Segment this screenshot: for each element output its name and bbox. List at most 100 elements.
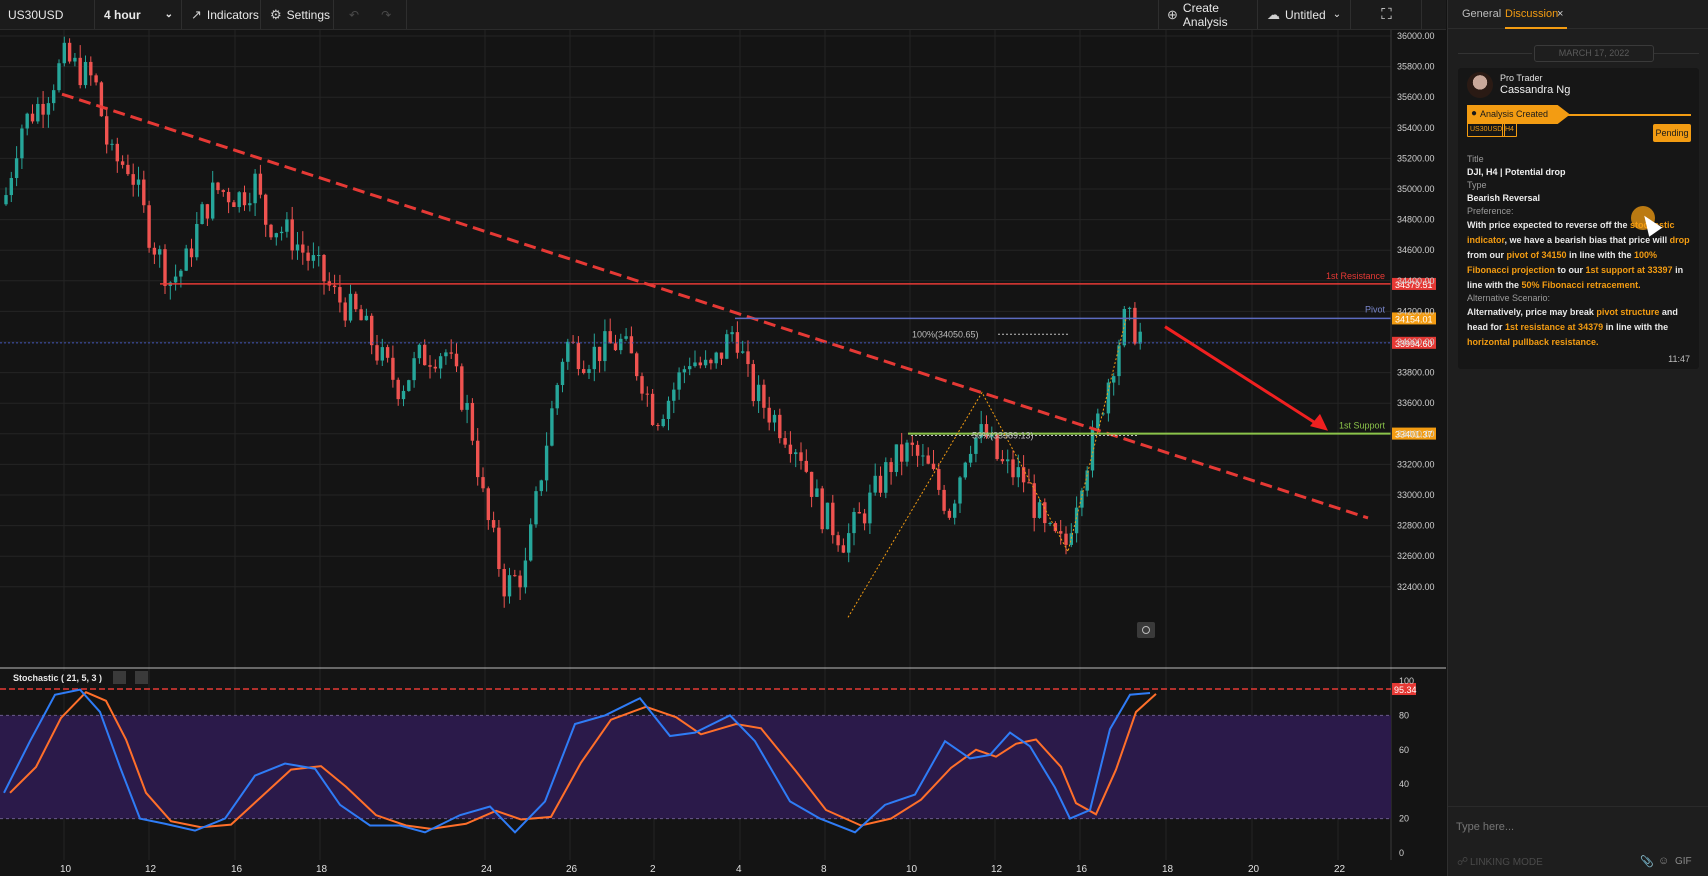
candle-body [603,331,607,362]
candle-body [205,204,210,219]
layout-dropdown[interactable]: ☁ Untitled ⌄ [1259,0,1351,29]
candle [200,201,204,225]
close-icon[interactable]: × [1557,8,1563,20]
candle-body [195,223,199,258]
candle-body [173,276,178,283]
candle [264,193,268,237]
fullscreen-button[interactable]: ⛶ [1352,0,1422,29]
candle-body [179,270,183,277]
candle [1006,449,1010,474]
candle [873,463,877,496]
symbol-selector[interactable]: US30USD [0,0,95,29]
candle-body [396,379,400,400]
price-tick-label: 33600.00 [1397,398,1435,408]
price-tick-label: 34200.00 [1397,306,1435,316]
candle-body [465,402,469,410]
candle [444,349,448,365]
candle [1011,450,1015,486]
candle [9,171,13,203]
candle [629,326,634,354]
pending-badge[interactable]: Pending [1653,124,1691,142]
indicators-button[interactable]: ↗ Indicators [183,0,261,29]
candle-body [25,113,29,129]
candle-body [1117,345,1121,377]
candle [735,321,740,359]
candle [640,372,644,401]
price-tick-label: 35400.00 [1397,123,1435,133]
candle [635,351,639,381]
candle [836,531,840,552]
emoji-icon[interactable]: ☺ [1658,855,1669,867]
date-tick-label: 10 [906,864,918,875]
candle [513,569,517,577]
candle-body [544,445,549,481]
candle-body [279,231,284,234]
gif-button[interactable]: GIF [1675,856,1692,867]
candle [645,386,649,407]
trash-icon [135,671,148,684]
price-tick-label: 35600.00 [1397,92,1435,102]
alternative-text: Alternatively, price may break pivot str… [1467,307,1678,347]
undo-icon[interactable]: ↶ [349,8,359,22]
candle-body [295,244,300,251]
attach-icon[interactable]: 📎 [1640,855,1654,868]
message-time: 11:47 [1668,354,1690,364]
candle-body [94,75,98,83]
candle-body [905,442,909,462]
candle-body [926,455,930,464]
candle [205,203,210,226]
date-tick-label: 26 [566,864,578,875]
candle-body [645,393,649,395]
candle [46,97,51,128]
candle-body [412,358,416,381]
candle [582,360,586,375]
candle-body [1133,307,1137,344]
candle [709,358,713,370]
candle-body [30,113,35,122]
timeframe-dropdown[interactable]: 4 hour ⌄ [96,0,182,29]
candle-body [359,309,363,321]
candle [756,375,761,414]
candle [544,432,549,492]
candle-body [20,128,24,159]
timeframe-label: 4 hour [104,7,141,22]
candle-body [1011,459,1015,478]
price-tick-label: 32600.00 [1397,551,1435,561]
redo-icon[interactable]: ↷ [381,8,391,22]
candle-body [99,82,104,117]
candle [460,363,464,412]
candle-body [714,352,718,364]
settings-button[interactable]: ⚙ Settings [262,0,334,29]
message-input-area[interactable] [1448,806,1708,847]
candle-body [825,502,830,530]
candle [20,124,24,169]
date-pill: MARCH 17, 2022 [1534,45,1654,62]
price-tick-label: 34000.00 [1397,337,1435,347]
price-chart[interactable]: 1st Resistance34379.51Pivot34154.0133994… [0,30,1446,876]
price-tick-label: 34400.00 [1397,276,1435,286]
candle-body [131,174,135,185]
date-tick-label: 4 [736,864,742,875]
chart-area[interactable]: 1st Resistance 34379.51 Pivot 34154.01 33994… [0,30,1446,876]
link-icon[interactable]: ☍ [1457,855,1468,868]
price-tick-label: 34800.00 [1397,215,1435,225]
candle-body [804,460,808,472]
candle-body [110,143,114,145]
candle-body [884,462,888,493]
candle-body [470,402,475,441]
indicators-icon: ↗ [191,6,202,22]
tab-general[interactable]: General [1462,8,1501,20]
candle [142,170,146,213]
candle-body [942,489,946,511]
stochastic-scale-label: 60 [1399,745,1409,755]
candle-body [772,414,777,423]
create-analysis-button[interactable]: ⊕ Create Analysis [1158,0,1258,29]
candle [597,346,602,373]
candle-body [1037,502,1042,518]
tab-discussion[interactable]: Discussion [1505,8,1558,20]
linking-mode-label[interactable]: LINKING MODE [1470,857,1543,868]
message-input[interactable] [1454,815,1698,839]
candle-body [78,57,82,86]
candle [857,502,861,514]
candle [518,570,522,601]
